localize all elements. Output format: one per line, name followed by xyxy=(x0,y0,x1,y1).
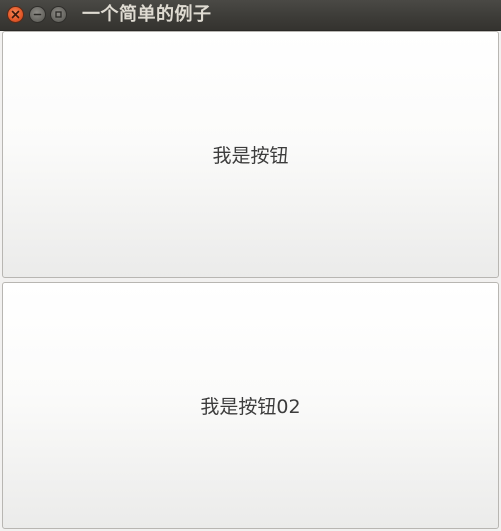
maximize-button[interactable] xyxy=(50,6,67,23)
minimize-button[interactable] xyxy=(29,6,46,23)
title-bar[interactable]: 一个简单的例子 xyxy=(0,0,501,31)
push-button-2[interactable]: 我是按钮02 xyxy=(2,282,499,529)
close-button[interactable] xyxy=(7,6,24,23)
app-window: 一个简单的例子 我是按钮 我是按钮02 xyxy=(0,0,501,531)
push-button-1[interactable]: 我是按钮 xyxy=(2,31,499,278)
push-button-1-label: 我是按钮 xyxy=(212,145,289,167)
window-title: 一个简单的例子 xyxy=(82,4,212,25)
minimize-icon xyxy=(33,13,42,16)
close-icon xyxy=(11,10,20,19)
maximize-icon xyxy=(55,11,62,18)
push-button-2-label: 我是按钮02 xyxy=(200,396,301,418)
